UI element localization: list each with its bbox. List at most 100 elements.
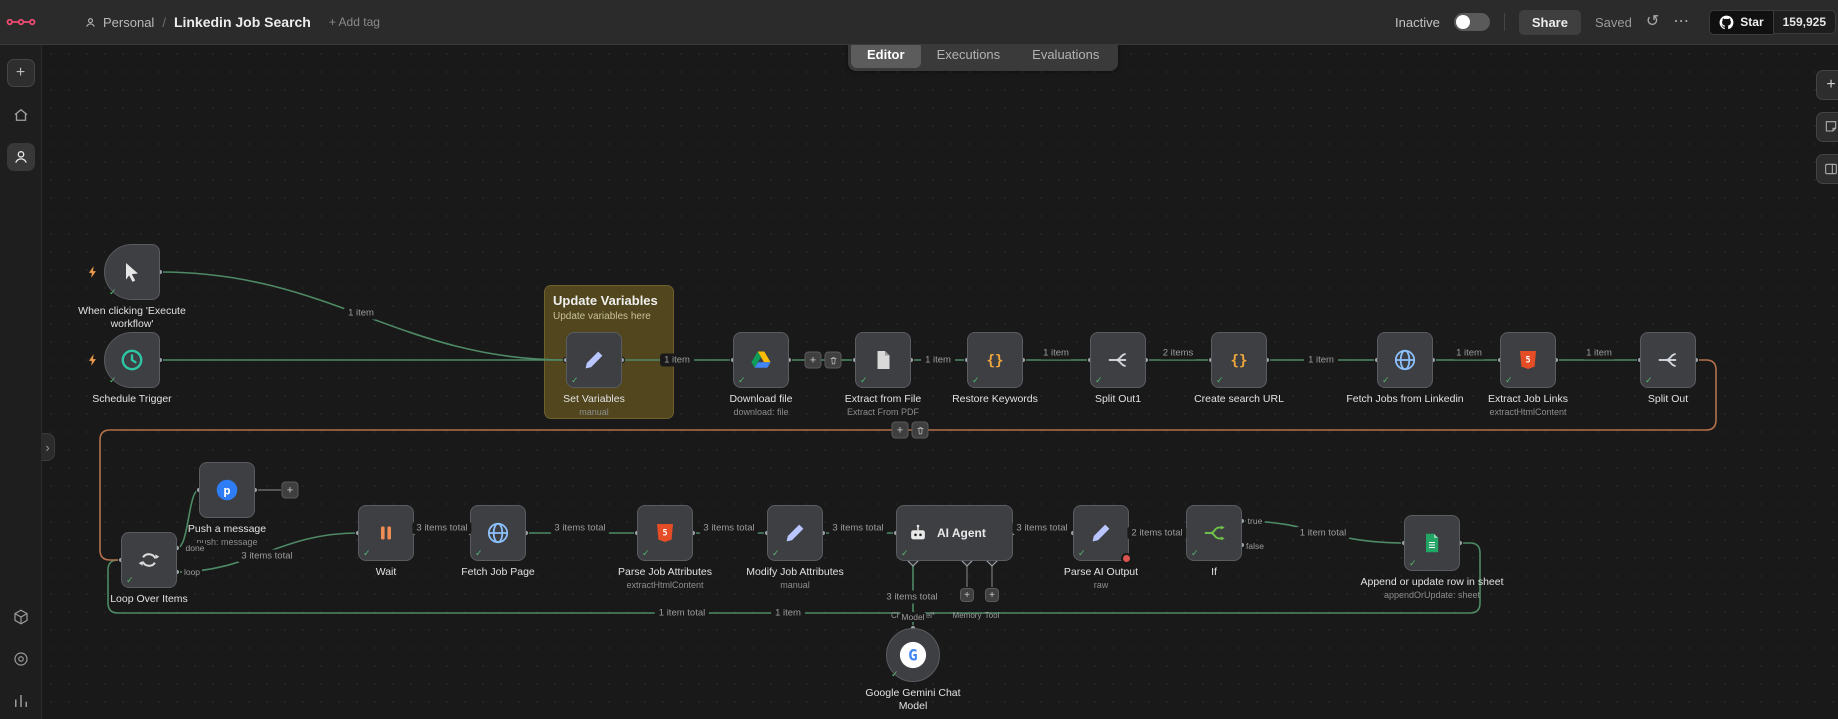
more-options-button[interactable]: ⋯	[1673, 14, 1689, 30]
sidebar-item-help[interactable]	[7, 645, 35, 673]
edge-label: 1 item	[1582, 347, 1616, 360]
node-restore-keywords[interactable]: {} ✓ Restore Keywords	[967, 332, 1023, 388]
node-label: Append or update row in sheetappendOrUpd…	[1357, 576, 1507, 600]
code-braces-icon: {}	[1226, 347, 1252, 373]
n8n-app: Personal / Linkedin Job Search + Add tag…	[0, 0, 1838, 719]
edge-label-model: Model	[899, 612, 926, 622]
connection-add-node-button[interactable]: +	[892, 422, 909, 439]
node-label: If	[1139, 566, 1289, 580]
node-if[interactable]: ✓ If	[1186, 505, 1242, 561]
add-sticky-note-button[interactable]	[1816, 112, 1838, 142]
node-split-out1[interactable]: ✓ Split Out1	[1090, 332, 1146, 388]
split-out-icon	[1105, 347, 1131, 373]
share-button[interactable]: Share	[1519, 10, 1581, 35]
workflow-title[interactable]: Linkedin Job Search	[174, 14, 311, 30]
split-out-icon	[1655, 347, 1681, 373]
node-split-out[interactable]: ✓ Split Out	[1640, 332, 1696, 388]
edge-label-done: done	[184, 543, 207, 553]
success-check-icon: ✓	[1216, 375, 1224, 386]
connection-toolbar: +	[805, 352, 842, 369]
node-wait[interactable]: ✓ Wait	[358, 505, 414, 561]
robot-icon	[907, 522, 929, 544]
connection-add-node-button[interactable]: +	[805, 352, 822, 369]
node-append-or-update-row-in-sheet[interactable]: ✓ Append or update row in sheetappendOrU…	[1404, 515, 1460, 571]
svg-text:{}: {}	[987, 353, 1004, 369]
node-ai-agent[interactable]: AI Agent ✓	[896, 505, 1013, 561]
edge-label: 1 item	[1039, 347, 1073, 360]
history-button[interactable]: ↺	[1646, 14, 1659, 30]
edge-label: 1 item	[660, 354, 694, 367]
success-check-icon: ✓	[891, 669, 899, 680]
github-star-count: 159,925	[1774, 10, 1836, 34]
top-bar: Personal / Linkedin Job Search + Add tag…	[0, 0, 1838, 45]
success-check-icon: ✓	[1645, 375, 1653, 386]
edge-label-loop: loop	[182, 567, 202, 577]
edge-label: 1 item total	[655, 607, 709, 620]
add-tool-button[interactable]: +	[985, 588, 999, 602]
n8n-logo-icon	[6, 15, 36, 29]
home-icon	[12, 106, 30, 124]
node-schedule-trigger[interactable]: ✓ Schedule Trigger	[104, 332, 160, 388]
svg-text:5: 5	[1525, 356, 1530, 366]
sidebar-item-templates[interactable]	[7, 603, 35, 631]
google-drive-icon	[749, 348, 773, 372]
node-label: Modify Job Attributesmanual	[720, 566, 870, 590]
success-check-icon: ✓	[972, 375, 980, 386]
add-memory-button[interactable]: +	[960, 588, 974, 602]
connection-toolbar: +	[892, 422, 929, 439]
node-label: Set Variablesmanual	[519, 393, 669, 417]
connection-delete-button[interactable]	[912, 422, 929, 439]
sidebar-item-insights[interactable]	[7, 687, 35, 715]
divider	[1504, 13, 1505, 31]
success-check-icon: ✓	[109, 375, 117, 386]
add-connected-node-button[interactable]: +	[282, 482, 299, 499]
github-star-widget[interactable]: Star 159,925	[1709, 10, 1836, 35]
node-parse-job-attributes[interactable]: 5 ✓ Parse Job AttributesextractHtmlConte…	[637, 505, 693, 561]
success-check-icon: ✓	[1191, 548, 1199, 559]
node-label: Push a messagepush: message	[152, 523, 302, 547]
sidebar-item-home[interactable]	[7, 101, 35, 129]
node-label: Parse Job AttributesextractHtmlContent	[590, 566, 740, 590]
expand-sidebar-button[interactable]: ›	[42, 433, 55, 461]
workflow-canvas[interactable]: Editor Executions Evaluations + ›	[42, 45, 1838, 719]
pencil-icon	[783, 521, 807, 545]
tab-evaluations[interactable]: Evaluations	[1016, 45, 1115, 68]
add-node-button[interactable]: +	[1816, 70, 1838, 100]
node-set-variables[interactable]: ✓ Set Variablesmanual	[566, 332, 622, 388]
create-new-button[interactable]: +	[7, 59, 35, 87]
breadcrumb: Personal / Linkedin Job Search + Add tag	[84, 14, 380, 30]
n8n-logo[interactable]	[0, 15, 42, 29]
node-google-gemini-chat-model[interactable]: G ✓ Google Gemini Chat Model	[886, 628, 940, 682]
node-fetch-jobs-from-linkedin[interactable]: ✓ Fetch Jobs from Linkedin	[1377, 332, 1433, 388]
node-label: Fetch Job Page	[423, 566, 573, 580]
success-check-icon: ✓	[1382, 375, 1390, 386]
success-check-icon: ✓	[772, 548, 780, 559]
person-icon	[84, 16, 97, 29]
node-extract-job-links[interactable]: 5 ✓ Extract Job LinksextractHtmlContent	[1500, 332, 1556, 388]
node-download-file[interactable]: ✓ Download filedownload: file	[733, 332, 789, 388]
trigger-bolt-icon	[86, 265, 100, 279]
node-extract-from-file[interactable]: ✓ Extract from FileExtract From PDF	[855, 332, 911, 388]
sidebar-item-personal[interactable]	[7, 143, 35, 171]
agent-port-tool-label: Tool	[985, 611, 1000, 620]
tab-executions[interactable]: Executions	[921, 45, 1017, 68]
node-fetch-job-page[interactable]: ✓ Fetch Job Page	[470, 505, 526, 561]
trigger-bolt-icon	[86, 353, 100, 367]
add-tag-button[interactable]: + Add tag	[329, 15, 380, 29]
breadcrumb-project[interactable]: Personal	[84, 15, 154, 30]
edge-label: 3 items total	[828, 522, 887, 535]
sidebar-bottom	[7, 589, 35, 719]
node-create-search-url[interactable]: {} ✓ Create search URL	[1211, 332, 1267, 388]
node-push-a-message[interactable]: p Push a messagepush: message	[199, 462, 255, 518]
success-check-icon: ✓	[571, 375, 579, 386]
node-when-clicking-execute-workflow[interactable]: ✓ When clicking 'Execute workflow'	[104, 244, 160, 300]
tab-editor[interactable]: Editor	[851, 45, 921, 68]
node-modify-job-attributes[interactable]: ✓ Modify Job Attributesmanual	[767, 505, 823, 561]
node-parse-ai-output[interactable]: ✓ Parse AI Outputraw	[1073, 505, 1129, 561]
svg-text:{}: {}	[1231, 353, 1248, 369]
view-tabs: Editor Executions Evaluations	[848, 45, 1118, 71]
toggle-panel-button[interactable]	[1816, 154, 1838, 184]
active-toggle[interactable]	[1454, 13, 1490, 31]
connection-delete-button[interactable]	[825, 352, 842, 369]
connections-layer	[42, 45, 1838, 719]
